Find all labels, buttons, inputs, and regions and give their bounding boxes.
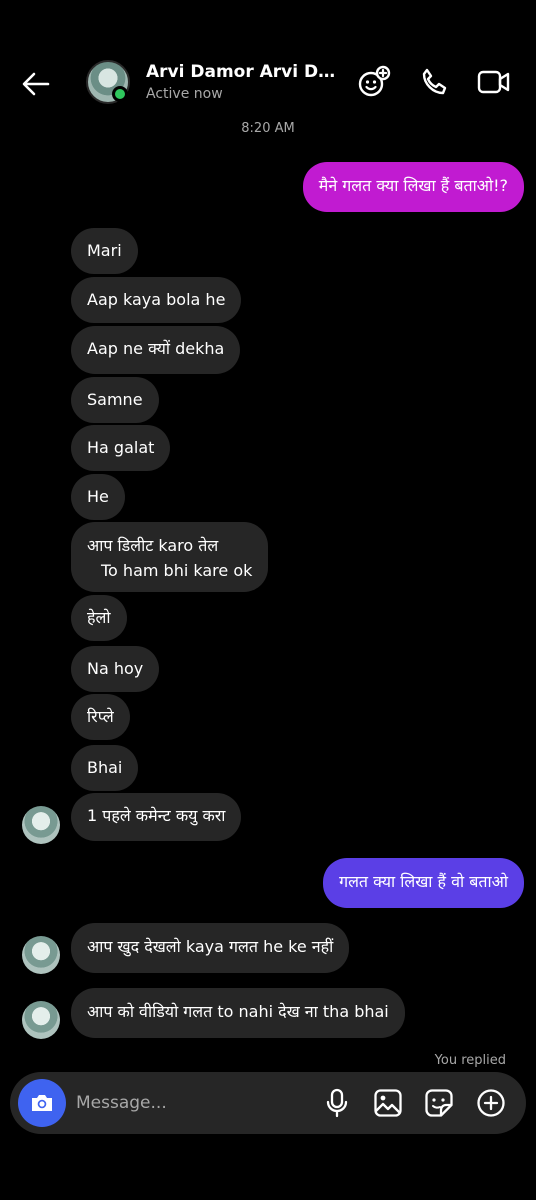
effects-icon[interactable] xyxy=(354,62,394,102)
sticker-icon[interactable] xyxy=(422,1086,456,1120)
outgoing-message[interactable]: गलत क्या लिखा हैं वो बताओ xyxy=(323,858,524,908)
message-line: To ham bhi kare ok xyxy=(101,561,253,580)
message-line: आप डिलीट karo तेल xyxy=(87,536,219,555)
incoming-message[interactable]: Mari xyxy=(71,228,138,274)
outgoing-message[interactable]: मैने गलत क्या लिखा हैं बताओ!? xyxy=(302,162,524,212)
incoming-message[interactable]: Samne xyxy=(71,377,159,423)
online-indicator xyxy=(112,86,128,102)
message-timestamp: 8:20 AM xyxy=(241,121,295,136)
chat-header: Arvi Damor Arvi Da... Active now xyxy=(0,0,536,112)
incoming-message[interactable]: Bhai xyxy=(71,745,139,791)
phone-icon[interactable] xyxy=(414,62,454,102)
camera-button[interactable] xyxy=(18,1079,66,1127)
camera-icon xyxy=(28,1089,56,1117)
incoming-message[interactable]: Aap kaya bola he xyxy=(71,277,242,323)
incoming-message[interactable]: आप खुद देखलो kaya गलत he ke नहीं xyxy=(71,923,350,973)
sender-avatar[interactable] xyxy=(22,936,60,974)
back-arrow-icon[interactable] xyxy=(16,64,56,104)
mic-icon[interactable] xyxy=(320,1086,354,1120)
incoming-message[interactable]: Na hoy xyxy=(71,646,160,692)
incoming-message[interactable]: हेलो xyxy=(71,595,127,641)
gallery-icon[interactable] xyxy=(371,1086,405,1120)
active-status: Active now xyxy=(146,86,223,102)
contact-name[interactable]: Arvi Damor Arvi Da... xyxy=(146,62,336,82)
incoming-message-multiline[interactable]: आप डिलीट karo तेल To ham bhi kare ok xyxy=(71,522,269,592)
incoming-message[interactable]: रिप्ले xyxy=(71,694,130,740)
incoming-message[interactable]: 1 पहले कमेन्ट कयु करा xyxy=(71,793,242,841)
incoming-message[interactable]: Aap ne क्यों dekha xyxy=(71,326,241,374)
sender-avatar[interactable] xyxy=(22,1001,60,1039)
sender-avatar[interactable] xyxy=(22,806,60,844)
message-composer xyxy=(10,1072,526,1134)
plus-icon[interactable] xyxy=(474,1086,508,1120)
incoming-message[interactable]: आप को वीडियो गलत to nahi देख ना tha bhai xyxy=(71,988,405,1038)
you-replied-label: You replied xyxy=(434,1053,506,1068)
message-input[interactable] xyxy=(76,1088,296,1118)
incoming-message[interactable]: Ha galat xyxy=(71,425,171,471)
video-icon[interactable] xyxy=(474,62,514,102)
incoming-message[interactable]: He xyxy=(71,474,125,520)
